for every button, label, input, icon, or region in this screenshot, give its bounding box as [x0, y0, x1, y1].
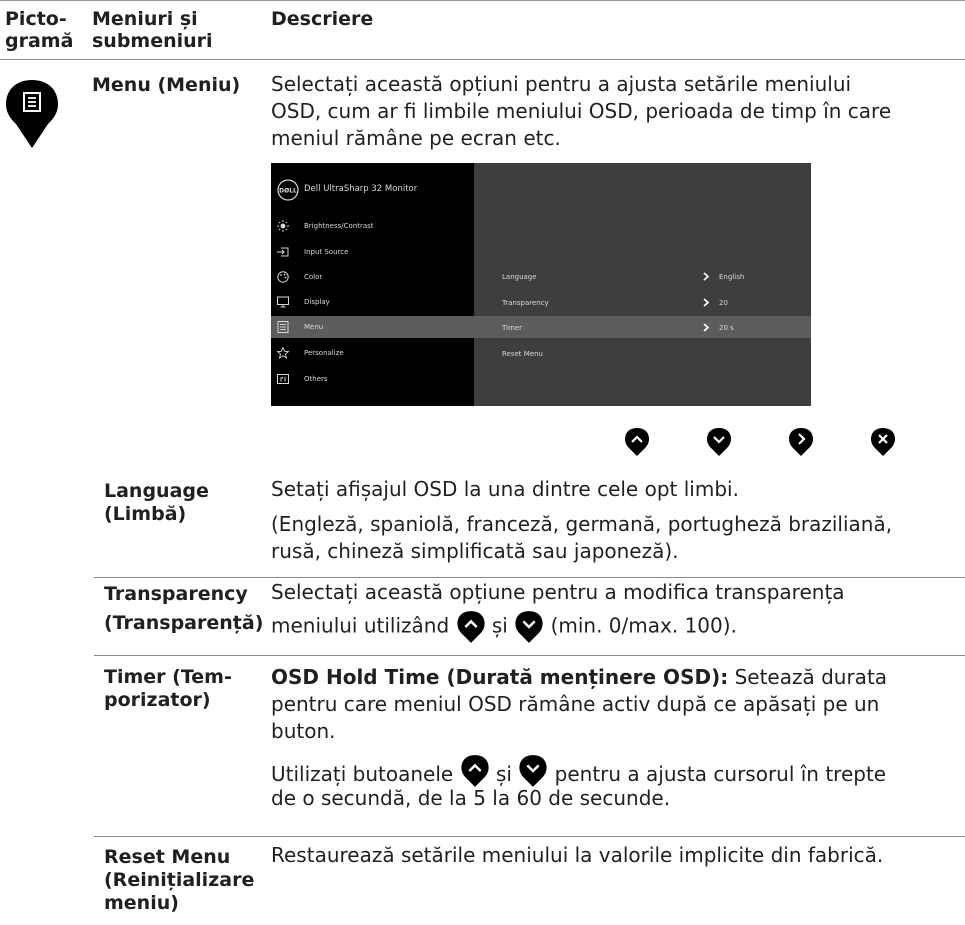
osd-menu-screenshot: DØLL Dell UltraSharp 32 Monitor Brightne…	[271, 163, 811, 406]
others-icon	[277, 374, 289, 384]
desc-line: Setați afișajul OSD la una dintre cele o…	[271, 477, 739, 501]
row-rule	[94, 836, 965, 837]
desc-line: meniul rămâne pe ecran etc.	[271, 126, 561, 150]
reset-menu-name: Reset Menu (Reinițializare meniu)	[104, 846, 254, 915]
desc-text: (min. 0/max. 100).	[550, 613, 737, 638]
header-rule	[0, 59, 965, 60]
osd-item-input-source[interactable]: Input Source	[304, 248, 348, 257]
header-col-menus: Meniuri și submeniuri	[92, 8, 213, 52]
desc-text: și	[495, 762, 512, 786]
name-line: Language	[104, 480, 209, 502]
osd-option-timer[interactable]: Timer	[502, 324, 522, 333]
chevron-right-icon	[703, 272, 709, 281]
transparency-name: Transparency (Transparență)	[104, 583, 263, 635]
desc-text: Utilizați butoanele	[271, 762, 454, 786]
star-icon	[277, 347, 289, 359]
input-source-icon	[277, 247, 289, 257]
up-icon[interactable]	[624, 427, 650, 457]
down-icon[interactable]	[706, 427, 732, 457]
osd-option-transparency[interactable]: Transparency	[502, 299, 549, 308]
svg-text:DØLL: DØLL	[279, 188, 297, 195]
osd-option-reset-menu[interactable]: Reset Menu	[502, 350, 543, 359]
osd-title: Dell UltraSharp 32 Monitor	[304, 184, 418, 194]
name-line: (Transparență)	[104, 612, 264, 634]
name-line: Timer (Tem-	[104, 666, 232, 688]
timer-description: OSD Hold Time (Durată menținere OSD): Se…	[271, 664, 961, 812]
name-line: meniu)	[104, 892, 179, 914]
language-description: Setați afișajul OSD la una dintre cele o…	[271, 476, 961, 565]
header-text: Picto-	[5, 8, 67, 30]
name-line: Reset Menu	[104, 846, 231, 868]
transparency-description: Selectați această opțiune pentru a modif…	[271, 579, 961, 644]
timer-name: Timer (Tem- porizator)	[104, 666, 232, 712]
name-line: porizator)	[104, 689, 211, 711]
header-text: submeniuri	[92, 30, 213, 52]
display-icon	[277, 296, 289, 308]
brightness-icon	[277, 220, 289, 232]
desc-line: de o secundă, de la 5 la 60 de secunde.	[271, 786, 671, 810]
reset-menu-description: Restaurează setările meniului la valoril…	[271, 843, 884, 867]
osd-item-personalize[interactable]: Personalize	[304, 349, 344, 358]
close-icon[interactable]	[870, 427, 896, 457]
desc-text: și	[491, 613, 508, 638]
osd-sidebar	[271, 163, 474, 406]
down-icon	[515, 611, 543, 643]
header-text: gramă	[5, 30, 74, 52]
osd-value-transparency: 20	[719, 299, 728, 307]
osd-item-display[interactable]: Display	[304, 298, 330, 307]
osd-value-language: English	[719, 273, 745, 281]
desc-line: rusă, chineză simplificată sau japoneză)…	[271, 539, 679, 563]
up-icon	[460, 755, 489, 787]
dell-logo-icon: DØLL	[277, 179, 299, 201]
chevron-right-icon	[703, 298, 709, 307]
desc-line: (Engleză, spaniolă, franceză, germană, p…	[271, 512, 893, 536]
down-icon	[519, 755, 547, 787]
menu-description: Selectați această opțiuni pentru a ajust…	[271, 71, 961, 152]
language-name: Language (Limbă)	[104, 480, 209, 526]
name-line: (Reinițializare	[104, 869, 255, 891]
desc-line: OSD, cum ar fi limbile meniului OSD, per…	[271, 99, 892, 123]
menu-list-icon	[6, 80, 58, 148]
name-line: (Limbă)	[104, 503, 187, 525]
desc-text: pentru a ajusta cursorul în trepte	[554, 762, 887, 786]
top-rule	[0, 0, 965, 1]
desc-line: pentru care meniul OSD rămâne activ după…	[271, 692, 880, 716]
color-palette-icon	[277, 271, 289, 283]
desc-text: Setează durata	[728, 665, 888, 689]
row-rule	[94, 655, 965, 656]
header-col-pictogram: Picto- gramă	[5, 8, 73, 52]
osd-item-color[interactable]: Color	[304, 273, 322, 282]
header-text: Meniuri și	[92, 8, 198, 30]
timer-bold-label: OSD Hold Time (Durată menținere OSD):	[271, 665, 729, 689]
desc-line: Selectați această opțiuni pentru a ajust…	[271, 72, 852, 96]
osd-item-brightness[interactable]: Brightness/Contrast	[304, 222, 374, 231]
osd-item-menu[interactable]: Menu	[304, 323, 323, 332]
osd-item-others[interactable]: Others	[304, 375, 328, 384]
desc-line: Selectați această opțiune pentru a modif…	[271, 580, 845, 604]
header-col-description: Descriere	[271, 8, 374, 30]
name-line: Transparency	[104, 583, 248, 605]
desc-text: meniului utilizând	[271, 613, 450, 638]
osd-option-language[interactable]: Language	[502, 273, 537, 282]
menu-icon	[277, 321, 289, 333]
right-icon[interactable]	[788, 427, 814, 457]
desc-line: buton.	[271, 719, 336, 743]
row-rule	[94, 577, 965, 578]
chevron-right-icon	[703, 323, 709, 332]
osd-value-timer: 20 s	[719, 324, 734, 332]
menu-name: Menu (Meniu)	[92, 74, 241, 96]
up-icon	[456, 611, 485, 643]
